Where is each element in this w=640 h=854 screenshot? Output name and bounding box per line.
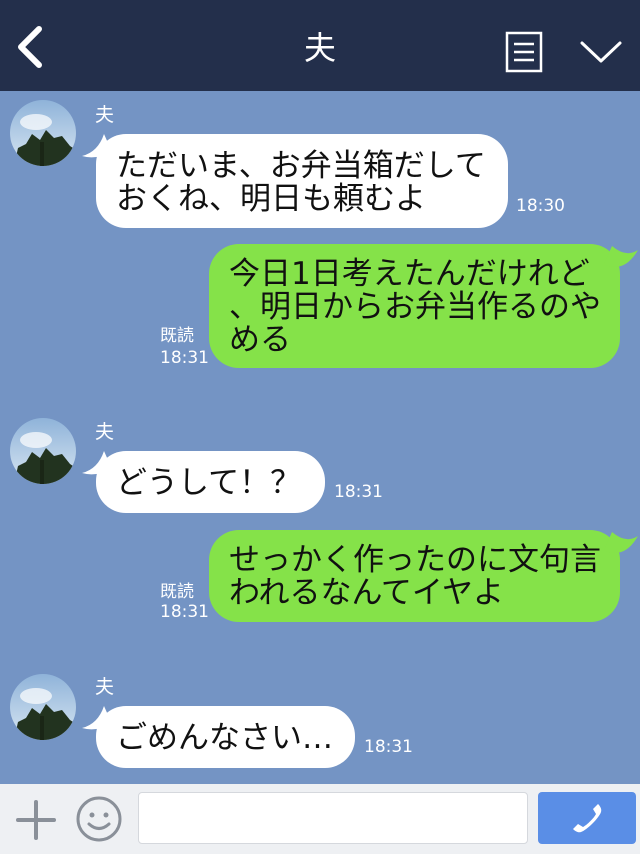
sender-name: 夫 [95,104,115,126]
message-input-bar [0,784,640,854]
chat-screen: 夫 夫 ただいま、お弁当箱だして おくね、明日も頼むよ 18:30 既読 18:… [0,0,640,854]
message-time: 18:31 [160,602,209,622]
message-bubble-incoming[interactable]: どうして！？ [96,451,325,513]
message-time: 18:30 [516,196,565,216]
emoji-button[interactable] [74,794,124,844]
message-time: 18:31 [364,737,413,757]
menu-list-icon [505,31,543,73]
chat-header: 夫 [0,0,640,91]
bubble-tail [604,532,638,553]
tree-sky-photo-icon [10,674,76,740]
menu-button[interactable] [500,28,548,76]
tree-sky-photo-icon [10,100,76,166]
plus-icon [16,800,56,840]
call-button[interactable] [538,792,636,844]
read-receipt: 既読 [160,326,194,346]
message-time: 18:31 [334,482,383,502]
message-bubble-outgoing[interactable]: 今日1日考えたんだけれど 、明日からお弁当作るのや める [209,244,620,368]
message-bubble-outgoing[interactable]: せっかく作ったのに文句言 われるなんてイヤよ [209,530,620,622]
tree-sky-photo-icon [10,418,76,484]
collapse-chevron-icon [580,41,622,63]
avatar[interactable] [10,100,76,166]
phone-icon [573,804,602,833]
add-attachment-button[interactable] [12,796,60,844]
collapse-button[interactable] [574,30,628,74]
message-input[interactable] [138,792,528,844]
message-bubble-incoming[interactable]: ただいま、お弁当箱だして おくね、明日も頼むよ [96,134,508,228]
read-receipt: 既読 [160,582,194,602]
avatar[interactable] [10,418,76,484]
bubble-tail [604,246,638,267]
message-time: 18:31 [160,348,209,368]
message-bubble-incoming[interactable]: ごめんなさい… [96,706,355,768]
sender-name: 夫 [95,421,115,443]
smiley-icon [76,796,122,842]
sender-name: 夫 [95,676,115,698]
avatar[interactable] [10,674,76,740]
